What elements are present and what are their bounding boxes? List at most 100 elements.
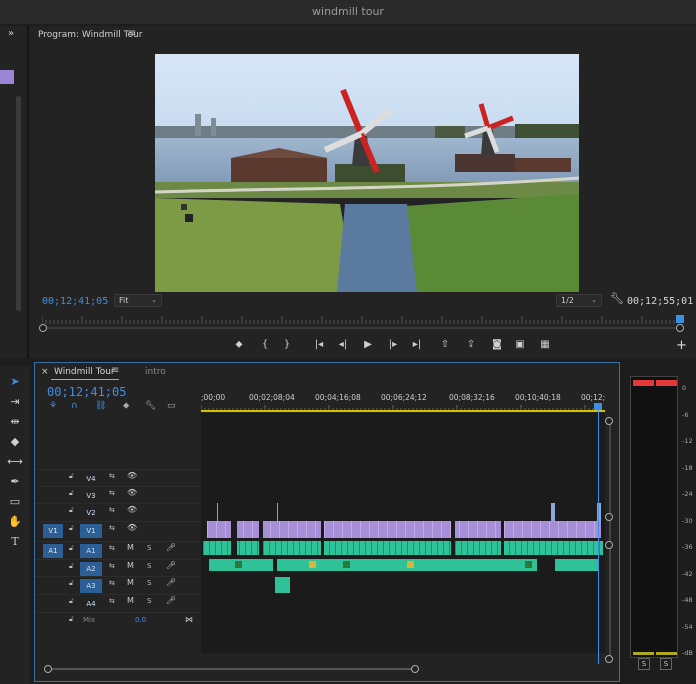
clip-gap[interactable]	[231, 521, 237, 555]
audio-clip-a2-3[interactable]	[555, 559, 599, 571]
fx-badge[interactable]	[407, 561, 414, 568]
wrench-icon[interactable]: 🔧︎	[145, 401, 156, 411]
video-clip-v1[interactable]	[207, 521, 601, 538]
snap-icon[interactable]: ∩	[71, 401, 78, 411]
rectangle-tool-icon[interactable]: ▭	[6, 494, 24, 510]
lock-icon[interactable]: 🔓︎	[69, 579, 74, 588]
lock-icon[interactable]: 🔓︎	[69, 472, 74, 481]
eye-icon[interactable]: 👁︎	[127, 488, 137, 497]
zoom-handle-right[interactable]	[676, 324, 684, 332]
mark-in-button[interactable]: {	[256, 336, 274, 354]
sync-lock-icon[interactable]: ⇆	[109, 597, 115, 605]
zoom-handle-left[interactable]	[39, 324, 47, 332]
clip-gap[interactable]	[321, 521, 324, 555]
hand-tool-icon[interactable]: ✋	[6, 514, 24, 530]
track-target-a1[interactable]: A1	[80, 544, 102, 558]
clip-gap[interactable]	[259, 521, 263, 555]
monitor-playhead[interactable]	[676, 315, 684, 323]
expand-panels-icon[interactable]: »	[8, 28, 14, 39]
source-patch-a2[interactable]	[43, 562, 63, 576]
tab-sequence-windmill-tour[interactable]: Windmill Tour	[54, 367, 115, 377]
sync-lock-icon[interactable]: ⇆	[109, 506, 115, 514]
lock-icon[interactable]: 🔓︎	[69, 524, 74, 533]
sync-lock-icon[interactable]: ⇆	[109, 562, 115, 570]
playhead-timecode[interactable]: 00;12;41;05	[42, 296, 108, 307]
timeline-timecode[interactable]: 00;12;41;05	[47, 385, 126, 399]
video-clip-v2-thin[interactable]	[217, 503, 218, 521]
solo-right-button[interactable]: S	[660, 658, 672, 670]
eye-icon[interactable]: 👁︎	[127, 471, 137, 480]
playback-resolution-select[interactable]: 1/2 ⌄	[556, 294, 602, 307]
monitor-time-ruler[interactable]	[42, 312, 682, 324]
step-forward-button[interactable]: |▸	[384, 336, 402, 354]
mix-expand-icon[interactable]: ⋈	[185, 615, 193, 624]
zoom-scrollbar[interactable]	[42, 327, 682, 329]
sync-lock-icon[interactable]: ⇆	[109, 489, 115, 497]
vertical-scroll-handle-top[interactable]	[605, 417, 613, 425]
lock-icon[interactable]: 🔓︎	[69, 544, 74, 553]
track-target-v3[interactable]: V3	[80, 489, 102, 503]
peak-indicator-right[interactable]	[656, 380, 677, 386]
captions-icon[interactable]: ▭	[167, 401, 176, 411]
horizontal-scrollbar[interactable]	[47, 668, 415, 670]
tab-sequence-intro[interactable]: intro	[145, 367, 166, 377]
program-monitor-tab[interactable]: Program: Windmill Tour	[38, 30, 143, 40]
ripple-edit-tool-icon[interactable]: ⇹	[6, 414, 24, 430]
wrench-icon[interactable]: 🔧︎	[610, 292, 624, 305]
add-marker-icon[interactable]: ⬥	[123, 401, 129, 411]
vr-video-button[interactable]: ▦	[536, 336, 554, 354]
comparison-view-button[interactable]: ▣	[511, 336, 529, 354]
audio-clip-a1[interactable]	[203, 541, 603, 555]
clip-gap[interactable]	[501, 521, 504, 555]
solo-left-button[interactable]: S	[638, 658, 650, 670]
vertical-scroll-handle-mid2[interactable]	[605, 541, 613, 549]
linked-selection-icon[interactable]: ⛓	[95, 401, 106, 411]
audio-clip-a3[interactable]	[275, 577, 290, 593]
export-frame-button[interactable]: ◙	[488, 336, 506, 354]
eye-icon[interactable]: 👁︎	[127, 505, 137, 514]
zoom-level-select[interactable]: Fit ⌄	[114, 294, 162, 307]
add-marker-button[interactable]: ⬥	[230, 336, 248, 354]
track-target-v1[interactable]: V1	[80, 524, 102, 538]
source-patch-v4[interactable]	[43, 472, 63, 486]
source-patch-v3[interactable]	[43, 489, 63, 503]
lock-icon[interactable]: 🔓︎	[69, 615, 74, 624]
horizontal-scroll-handle-left[interactable]	[44, 665, 52, 673]
type-tool-icon[interactable]: T	[6, 534, 24, 550]
mute-button[interactable]: M	[127, 561, 134, 570]
microphone-icon[interactable]: 🎤︎	[166, 561, 176, 570]
mute-button[interactable]: M	[127, 543, 134, 552]
source-patch-a4[interactable]	[43, 597, 63, 611]
track-target-v2[interactable]: V2	[80, 506, 102, 520]
work-area-bar[interactable]	[201, 410, 605, 412]
track-target-a3[interactable]: A3	[80, 579, 102, 593]
fx-badge[interactable]	[309, 561, 316, 568]
vertical-scroll-handle-mid[interactable]	[605, 513, 613, 521]
hamburger-menu-icon[interactable]: ≡	[128, 28, 136, 39]
sync-lock-icon[interactable]: ⇆	[109, 472, 115, 480]
clip-gap[interactable]	[451, 521, 455, 555]
video-clip-v2-b[interactable]	[551, 503, 555, 521]
lock-icon[interactable]: 🔓︎	[69, 506, 74, 515]
source-patch-v2[interactable]	[43, 506, 63, 520]
lock-icon[interactable]: 🔓︎	[69, 597, 74, 606]
solo-button[interactable]: S	[147, 579, 151, 587]
play-button[interactable]: ▶	[359, 336, 377, 354]
go-to-out-button[interactable]: ▸|	[408, 336, 426, 354]
timeline-playhead[interactable]	[594, 403, 602, 410]
microphone-icon[interactable]: 🎤︎	[166, 543, 176, 552]
mute-button[interactable]: M	[127, 596, 134, 605]
video-clip-v2-thin2[interactable]	[277, 503, 278, 521]
microphone-icon[interactable]: 🎤︎	[166, 578, 176, 587]
fx-badge[interactable]	[343, 561, 350, 568]
fx-badge[interactable]	[235, 561, 242, 568]
lift-button[interactable]: ⇧	[436, 336, 454, 354]
step-back-button[interactable]: ◂|	[334, 336, 352, 354]
program-video-frame[interactable]	[155, 54, 579, 292]
button-editor-add-button[interactable]: +	[676, 338, 687, 353]
fx-badge[interactable]	[525, 561, 532, 568]
track-select-tool-icon[interactable]: ⇥	[6, 394, 24, 410]
vertical-scroll-handle-bottom[interactable]	[605, 655, 613, 663]
nest-icon[interactable]: ⚘	[49, 401, 57, 411]
eye-icon[interactable]: 👁︎	[127, 523, 137, 532]
